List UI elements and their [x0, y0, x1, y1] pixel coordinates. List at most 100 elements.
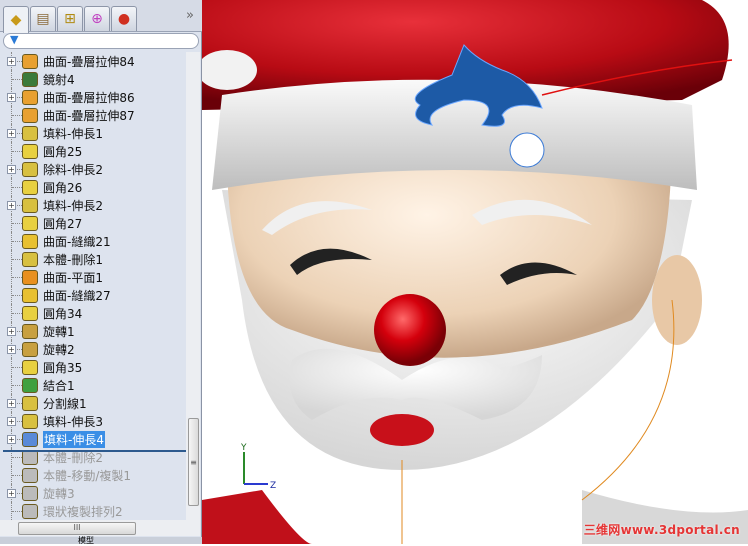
bottom-tabs: 模型: [0, 535, 202, 546]
feature-icon: [22, 503, 38, 519]
tree-item-label: 圓角34: [43, 306, 83, 321]
tree-item[interactable]: + 除料-伸長2: [0, 160, 186, 178]
tree-item[interactable]: 本體-移動/複製1: [0, 466, 186, 484]
expand-toggle[interactable]: +: [7, 488, 16, 498]
tree-item[interactable]: 圓角25: [0, 142, 186, 160]
feature-icon: [22, 485, 38, 501]
tree-line: [12, 511, 22, 512]
rollback-bar[interactable]: [3, 450, 186, 452]
y-axis-label: Y: [240, 443, 247, 453]
expand-toggle[interactable]: +: [7, 128, 16, 138]
tree-item[interactable]: 曲面-縫織27: [0, 286, 186, 304]
property-manager-tab[interactable]: ▤: [30, 6, 56, 31]
display-manager-icon: ●: [117, 11, 131, 27]
tree-line: [12, 313, 22, 314]
tree-line: [12, 385, 22, 386]
tree-item-label: 除料-伸長2: [43, 162, 103, 177]
tree-item[interactable]: 本體-刪除1: [0, 250, 186, 268]
tree-item[interactable]: + 填料-伸長3: [0, 412, 186, 430]
tree-item-label: 圓角26: [43, 180, 83, 195]
tree-item[interactable]: 圓角26: [0, 178, 186, 196]
expand-toggle[interactable]: +: [7, 416, 16, 426]
tree-item[interactable]: + 旋轉1: [0, 322, 186, 340]
tree-line: [12, 223, 22, 224]
tree-filter-input[interactable]: ▼: [3, 33, 199, 49]
vertical-scroll-thumb[interactable]: ≡: [188, 418, 199, 506]
tree-line: [12, 457, 22, 458]
expand-toggle[interactable]: +: [7, 92, 16, 102]
feature-icon: [22, 269, 38, 285]
more-tabs-button[interactable]: »: [186, 8, 194, 23]
tree-item-label: 圓角25: [43, 144, 83, 159]
tree-item[interactable]: + 填料-伸長1: [0, 124, 186, 142]
expand-toggle[interactable]: +: [7, 344, 16, 354]
feature-icon: [22, 467, 38, 483]
feature-manager-tab[interactable]: ◆: [3, 6, 29, 33]
tree-line: [12, 79, 22, 80]
tree-line: [12, 277, 22, 278]
expand-toggle[interactable]: +: [7, 326, 16, 336]
configuration-manager-icon: ⊞: [64, 11, 76, 27]
feature-manager-panel: ◆ ▤ ⊞ ⊕ ● » ▼ + 曲面-疊層拉伸84 鏡射4 + 曲面-疊層拉伸86 曲面-…: [0, 0, 202, 546]
feature-icon: [22, 71, 38, 87]
tree-line: [12, 259, 22, 260]
tree-item-label: 圓角35: [43, 360, 83, 375]
tree-item[interactable]: 曲面-疊層拉伸87: [0, 106, 186, 124]
tree-item[interactable]: + 旋轉2: [0, 340, 186, 358]
tree-item-label: 結合1: [43, 378, 75, 393]
display-manager-tab[interactable]: ●: [111, 6, 137, 31]
tree-line: [12, 115, 22, 116]
tree-item[interactable]: + 旋轉3: [0, 484, 186, 502]
feature-icon: [22, 251, 38, 267]
tree-item[interactable]: 圓角27: [0, 214, 186, 232]
tree-item[interactable]: + 填料-伸長2: [0, 196, 186, 214]
tree-line: [12, 367, 22, 368]
tree-item-label: 旋轉1: [43, 324, 75, 339]
tree-line: [12, 151, 22, 152]
feature-icon: [22, 53, 38, 69]
tree-item[interactable]: 環狀複製排列2: [0, 502, 186, 520]
tree-item[interactable]: + 曲面-疊層拉伸86: [0, 88, 186, 106]
tree-line: [12, 187, 22, 188]
tree-item-label: 填料-伸長2: [43, 198, 103, 213]
tree-item[interactable]: 圓角34: [0, 304, 186, 322]
expand-toggle[interactable]: +: [7, 398, 16, 408]
expand-toggle[interactable]: +: [7, 164, 16, 174]
tab-model[interactable]: 模型: [78, 535, 94, 546]
tree-item-label: 鏡射4: [43, 72, 75, 87]
horizontal-scroll-thumb[interactable]: III: [18, 522, 136, 535]
tree-item[interactable]: + 分割線1: [0, 394, 186, 412]
tree-item[interactable]: + 填料-伸長4: [0, 430, 186, 448]
tree-item-label: 旋轉3: [43, 486, 75, 501]
tree-item[interactable]: + 曲面-疊層拉伸84: [0, 52, 186, 70]
tree-item[interactable]: 曲面-縫織21: [0, 232, 186, 250]
tree-item[interactable]: 曲面-平面1: [0, 268, 186, 286]
feature-icon: [22, 287, 38, 303]
tree-item-label: 環狀複製排列2: [43, 504, 123, 519]
feature-icon: [22, 215, 38, 231]
expand-toggle[interactable]: +: [7, 200, 16, 210]
feature-icon: [22, 323, 38, 339]
tree-item-label: 曲面-縫織27: [43, 288, 111, 303]
property-manager-icon: ▤: [36, 11, 50, 27]
feature-icon: [22, 161, 38, 177]
expand-toggle[interactable]: +: [7, 56, 16, 66]
configuration-manager-tab[interactable]: ⊞: [57, 6, 83, 31]
feature-icon: [22, 395, 38, 411]
feature-icon: [22, 179, 38, 195]
watermark: 三维网www.3dportal.cn: [583, 523, 740, 537]
tree-line: [12, 241, 22, 242]
tree-item-label: 填料-伸長1: [43, 126, 103, 141]
tree-item[interactable]: 圓角35: [0, 358, 186, 376]
tree-item[interactable]: 鏡射4: [0, 70, 186, 88]
tree-item[interactable]: 結合1: [0, 376, 186, 394]
tree-item-label: 填料-伸長4: [43, 430, 105, 448]
dimxpert-tab[interactable]: ⊕: [84, 6, 110, 31]
tree-item-label: 曲面-平面1: [43, 270, 103, 285]
tree-item-label: 填料-伸長3: [43, 414, 103, 429]
feature-icon: [22, 341, 38, 357]
expand-toggle[interactable]: +: [7, 434, 16, 444]
tree-item-label: 曲面-疊層拉伸84: [43, 54, 135, 69]
feature-icon: [22, 143, 38, 159]
graphics-viewport[interactable]: 三维网www.3dportal.cn: [202, 0, 748, 544]
